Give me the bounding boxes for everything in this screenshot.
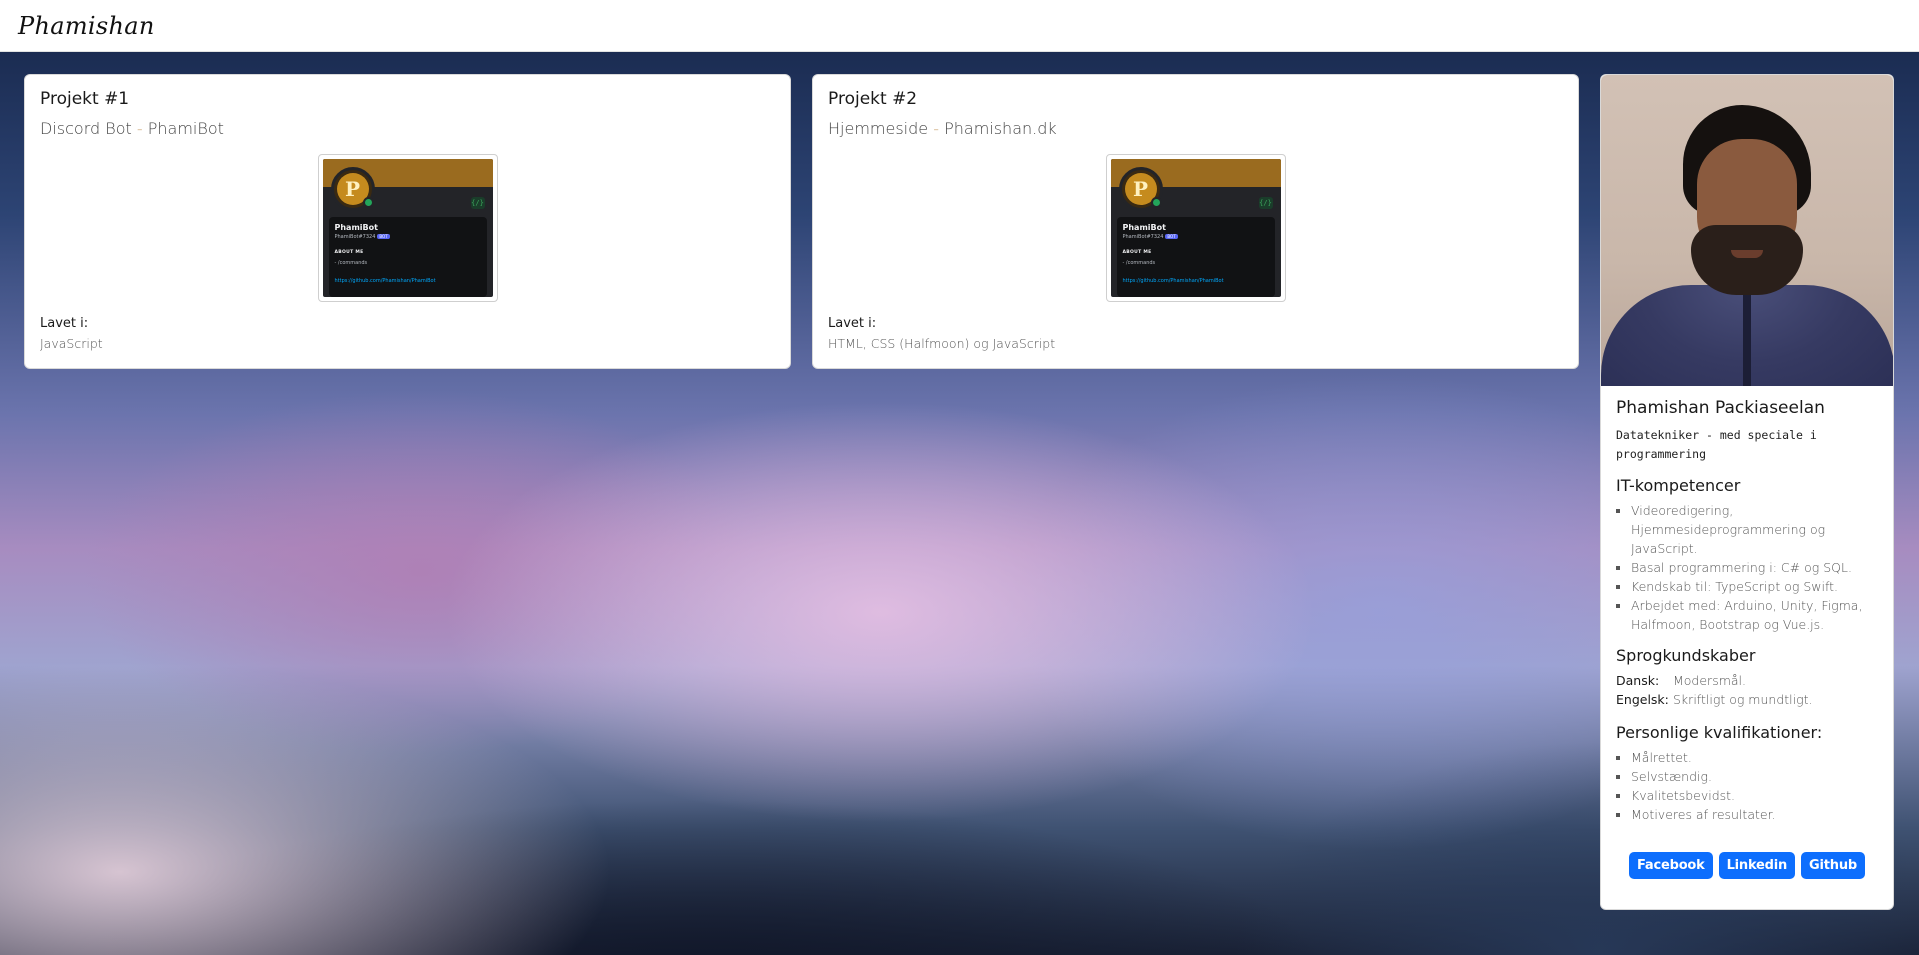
list-item: Kvalitetsbevidst. — [1631, 786, 1878, 805]
made-in-value: HTML, CSS (Halfmoon) og JavaScript — [828, 336, 1056, 351]
language-name: Engelsk: — [1616, 692, 1669, 707]
separator: - — [933, 119, 939, 138]
discord-profile-preview: P {/} PhamiBot PhamiBot#7324 BOT ABOUT ME… — [1110, 159, 1281, 297]
github-link-text: https://github.com/Phamishan/PhamiBot — [334, 278, 436, 284]
project-card-2: Projekt #2 Hjemmeside - Phamishan.dk P {… — [812, 74, 1579, 369]
bot-name: PhamiBot — [334, 223, 378, 232]
project-preview-image[interactable]: P {/} PhamiBot PhamiBot#7324 BOT ABOUT ME… — [1105, 154, 1286, 302]
profile-name: Phamishan Packiaseelan — [1616, 398, 1825, 418]
separator: - — [136, 119, 143, 138]
developer-badge-icon: {/} — [1258, 197, 1273, 209]
made-in-value: JavaScript — [40, 336, 103, 351]
bot-tag: PhamiBot#7324 BOT — [334, 234, 390, 240]
linkedin-button[interactable]: Linkedin — [1718, 852, 1796, 879]
github-link-text: https://github.com/Phamishan/PhamiBot — [1122, 278, 1224, 284]
list-item: Arbejdet med: Arduino, Unity, Figma, Hal… — [1631, 596, 1878, 634]
personal-skills-title: Personlige kvalifikationer: — [1616, 723, 1823, 742]
project-card-1: Projekt #1 Discord Bot - PhamiBot P {/} … — [24, 74, 791, 369]
project-name: Discord Bot — [40, 119, 132, 138]
about-label: ABOUT ME — [334, 250, 364, 255]
language-level: Skriftligt og mundtligt. — [1673, 692, 1813, 707]
commands-text: - /commands — [1122, 260, 1156, 266]
project-subtitle: Hjemmeside - Phamishan.dk — [828, 119, 1563, 138]
languages-title: Sprogkundskaber — [1616, 646, 1756, 665]
commands-text: - /commands — [334, 260, 368, 266]
profile-photo — [1601, 75, 1893, 386]
project-product: Phamishan.dk — [944, 119, 1057, 138]
list-item: Selvstændig. — [1631, 767, 1878, 786]
language-row: Dansk: Modersmål. — [1616, 671, 1878, 690]
made-in-label: Lavet i: — [40, 316, 89, 331]
list-item: Motiveres af resultater. — [1631, 805, 1878, 824]
about-label: ABOUT ME — [1122, 250, 1152, 255]
languages-list: Dansk: Modersmål. Engelsk: Skriftligt og… — [1616, 671, 1878, 709]
github-button[interactable]: Github — [1801, 852, 1866, 879]
project-subtitle: Discord Bot - PhamiBot — [40, 119, 775, 138]
project-preview-image[interactable]: P {/} PhamiBot PhamiBot#7324 BOT ABOUT ME… — [317, 154, 498, 302]
bot-tag: PhamiBot#7324 BOT — [1122, 234, 1178, 240]
profile-info: PhamiBot PhamiBot#7324 BOT ABOUT ME - /co… — [1116, 217, 1275, 297]
social-buttons: Facebook Linkedin Github — [1616, 852, 1878, 879]
navbar: Phamishan — [0, 0, 1919, 52]
facebook-button[interactable]: Facebook — [1628, 852, 1713, 879]
profile-card: Phamishan Packiaseelan Datatekniker - me… — [1600, 74, 1894, 910]
discord-profile-preview: P {/} PhamiBot PhamiBot#7324 BOT ABOUT ME… — [322, 159, 493, 297]
online-status-icon — [1150, 197, 1162, 208]
list-item: Kendskab til: TypeScript og Swift. — [1631, 577, 1878, 596]
list-item: Basal programmering i: C# og SQL. — [1631, 558, 1878, 577]
it-skills-list: Videoredigering, Hjemmesideprogrammering… — [1616, 501, 1878, 634]
project-name: Hjemmeside — [828, 119, 929, 138]
language-level: Modersmål. — [1673, 673, 1746, 688]
bot-badge: BOT — [1165, 234, 1178, 239]
language-name: Dansk: — [1616, 673, 1660, 688]
language-row: Engelsk: Skriftligt og mundtligt. — [1616, 690, 1878, 709]
list-item: Videoredigering, Hjemmesideprogrammering… — [1631, 501, 1878, 558]
project-product: PhamiBot — [147, 119, 224, 138]
it-skills-title: IT-kompetencer — [1616, 476, 1741, 495]
personal-skills-list: Målrettet. Selvstændig. Kvalitetsbevidst… — [1616, 748, 1878, 824]
list-item: Målrettet. — [1631, 748, 1878, 767]
project-title: Projekt #2 — [828, 89, 918, 109]
online-status-icon — [362, 197, 374, 208]
profile-role: Datatekniker - med speciale i programmer… — [1616, 428, 1817, 461]
project-title: Projekt #1 — [40, 89, 130, 109]
bot-badge: BOT — [377, 234, 390, 239]
developer-badge-icon: {/} — [470, 197, 485, 209]
bot-name: PhamiBot — [1122, 223, 1166, 232]
profile-info: PhamiBot PhamiBot#7324 BOT ABOUT ME - /co… — [328, 217, 487, 297]
made-in-label: Lavet i: — [828, 316, 877, 331]
brand-logo[interactable]: Phamishan — [18, 12, 155, 40]
